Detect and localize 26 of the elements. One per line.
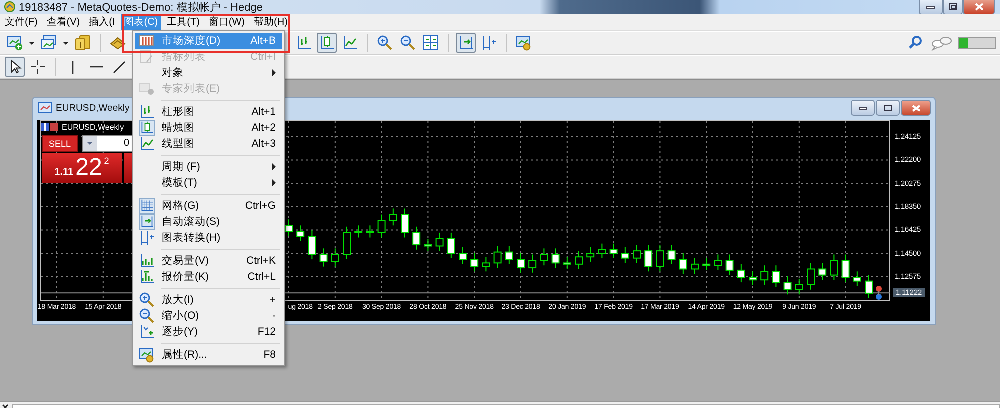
menu-item[interactable]: 模板(T) bbox=[135, 175, 282, 191]
menu-item[interactable]: 周期 (F) bbox=[135, 159, 282, 175]
menu-item[interactable]: 帮助(H) bbox=[251, 14, 291, 30]
menu-item[interactable]: 柱形图 Alt+1 bbox=[135, 104, 282, 120]
lot-field[interactable]: 0 bbox=[82, 135, 132, 152]
menu-item[interactable]: 蜡烛图 Alt+2 bbox=[135, 120, 282, 136]
menu-item[interactable]: 放大(I) + bbox=[135, 292, 282, 308]
menu-item[interactable]: 插入(I bbox=[86, 14, 118, 30]
menu-item[interactable]: 缩小(O) - bbox=[135, 308, 282, 324]
menu-item[interactable]: 线型图 Alt+3 bbox=[135, 136, 282, 152]
menu-item[interactable]: 查看(V) bbox=[44, 14, 84, 30]
menu-item[interactable]: 自动滚动(S) bbox=[135, 214, 282, 230]
menu-item[interactable]: 交易量(V) Ctrl+K bbox=[135, 253, 282, 269]
menu-item[interactable]: 逐步(Y) F12 bbox=[135, 324, 282, 340]
menu-item[interactable]: 网格(G) Ctrl+G bbox=[135, 198, 282, 214]
menu-item[interactable]: 属性(R)... F8 bbox=[135, 347, 282, 363]
menu-item[interactable]: 文件(F) bbox=[2, 14, 41, 30]
sell-button[interactable]: SELL bbox=[42, 135, 78, 152]
chart-window-title: EURUSD,Weekly bbox=[56, 102, 130, 114]
menu-item[interactable]: 报价量(K) Ctrl+L bbox=[135, 269, 282, 285]
menu-item[interactable]: 窗口(W) bbox=[206, 14, 248, 30]
window-title: 19183487 - MetaQuotes-Demo: 模拟帐户 - Hedge bbox=[19, 0, 263, 14]
symbol-label: EURUSD,Weekly bbox=[62, 122, 124, 132]
menu-item[interactable]: 对象 bbox=[135, 65, 282, 81]
menu-item[interactable]: 工具(T) bbox=[164, 14, 203, 30]
menu-item[interactable]: 图表转换(H) bbox=[135, 230, 282, 246]
